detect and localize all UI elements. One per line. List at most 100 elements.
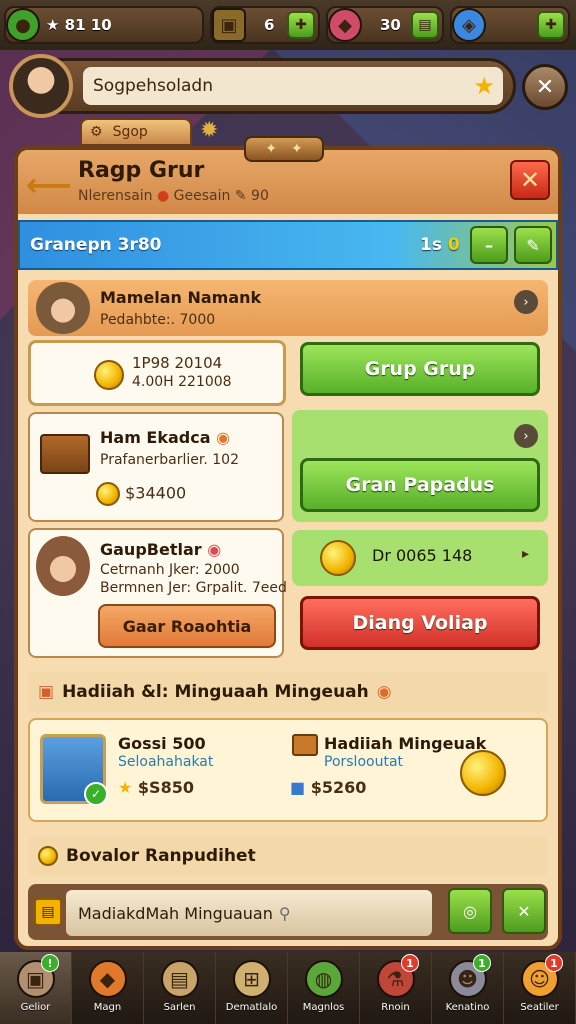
add-bluegem-button[interactable]: ✚ [537, 11, 565, 39]
resource-bar: ● ★ 81 10 ▣ 6 ✚ ◆ 30 ▤ ◈ ✚ [0, 0, 576, 50]
smiley-coin-icon [460, 750, 506, 796]
scroll-icon: ▤ [160, 960, 199, 998]
resource-cake-value: 30 [380, 16, 401, 34]
chest-icon [292, 734, 318, 756]
item-price: $34400 [96, 482, 186, 506]
item-name: Ham Ekadca ◉ [100, 428, 231, 447]
bottom-nav: ▣ Gelior ! ◆ Magn ▤ Sarlen ⊞ Dematlalo ◍… [0, 952, 576, 1024]
notification-badge: 1 [473, 954, 491, 972]
coin-line2: 4.00H 221008 [132, 374, 232, 390]
gaar-button[interactable]: Gaar Roaohtia [98, 604, 276, 648]
reward2-price: ■ $5260 [290, 778, 367, 797]
weekly-section-header: ▣ Hadiiah &l: Minguaah Mingeuah ◉ [28, 672, 548, 712]
star-icon: ★ [473, 72, 495, 100]
group-bar-label: Granepn 3r80 [30, 235, 162, 255]
group-button[interactable]: Grup Grup [300, 342, 540, 396]
member-sub: Pedahbte:. 7000 [100, 312, 216, 328]
weekly-title: Hadiiah &l: Minguaah Mingeuah [62, 682, 369, 702]
fire-icon: ● [157, 188, 170, 204]
nav-item-gelior[interactable]: ▣ Gelior ! [0, 952, 72, 1024]
confirm-button[interactable]: ◎ [448, 888, 492, 934]
gift-icon: ▣ [38, 682, 55, 702]
chevron-right-icon[interactable]: › [514, 290, 538, 314]
search-icon: ⚲ [278, 903, 291, 923]
nav-item-magn[interactable]: ◆ Magn [72, 952, 144, 1024]
member-avatar [36, 536, 90, 596]
nav-item-kenatino[interactable]: ☻ Kenatino 1 [432, 952, 504, 1024]
globe-icon: ◍ [304, 960, 343, 998]
star-icon: ★ [118, 778, 133, 797]
edit-button[interactable]: ✎ [514, 226, 552, 264]
smiley-coin-icon [320, 540, 356, 576]
bonus-title: Bovalor Ranpudihet [66, 846, 256, 866]
avatar[interactable] [9, 54, 73, 118]
resource-cake[interactable]: ◆ 30 ▤ [326, 6, 444, 44]
smiley-coin-icon [94, 360, 124, 390]
cancel-button[interactable]: ✕ [502, 888, 546, 934]
message-input-value: MadiakdMah Minguauan [78, 903, 273, 923]
profile-name-box: Sogpehsoladn ★ [83, 67, 503, 105]
back-arrow-icon[interactable]: ⟵ [26, 166, 72, 204]
coin-icon [38, 846, 58, 866]
gran-button[interactable]: Gran Papadus [300, 458, 540, 512]
diang-button[interactable]: Diang Voliap [300, 596, 540, 650]
resource-chest[interactable]: ▣ 6 ✚ [210, 6, 320, 44]
sparkle-icon: ◉ [216, 428, 231, 447]
chest-icon: ▣ [212, 8, 246, 42]
reward2-sub: Porslooutat [324, 754, 404, 770]
sparkle-icon: ✦ [265, 141, 277, 157]
gear-icon: ✹ [200, 118, 219, 143]
coin-box [28, 340, 286, 406]
member-card-sub1: Cetrnanh Jker: 2000 [100, 562, 240, 578]
member-name: Mamelan Namank [100, 288, 262, 307]
tab-shop[interactable]: ⚙ Sgop [80, 118, 192, 146]
coin-line1: 1P98 20104 [132, 354, 223, 372]
tab-shop-label: Sgop [112, 124, 148, 140]
check-icon: ✓ [84, 782, 108, 806]
shop-icon: ⚙ [90, 124, 103, 140]
chest-icon [40, 434, 90, 474]
message-input[interactable]: MadiakdMah Minguauan ⚲ [66, 890, 432, 936]
dr-label: Dr 0065 148 [372, 546, 473, 565]
notification-badge: 1 [401, 954, 419, 972]
badge-icon: ◉ [376, 682, 392, 702]
chevron-right-icon[interactable]: › [514, 424, 538, 448]
heart-icon: ◉ [207, 540, 222, 559]
blue-gem-icon: ◈ [452, 8, 486, 42]
resource-gems[interactable]: ● ★ 81 10 [4, 6, 204, 44]
reward1-sub: Seloahahakat [118, 754, 214, 770]
close-panel-button[interactable]: ✕ [510, 160, 550, 200]
profile-name: Sogpehsoladn [93, 76, 213, 96]
minus-button[interactable]: – [470, 226, 508, 264]
reward1-price: ★ $S850 [118, 778, 194, 797]
item-sub: Prafanerbarlier. 102 [100, 452, 239, 468]
pen-icon: ✎ [234, 188, 247, 204]
bonus-section-header: Bovalor Ranpudihet [28, 836, 548, 876]
page-title: Ragp Grur [78, 158, 205, 183]
cake-icon: ◆ [328, 8, 362, 42]
notification-badge: 1 [545, 954, 563, 972]
map-icon: ⊞ [232, 960, 271, 998]
add-cake-button[interactable]: ▤ [411, 11, 439, 39]
cube-icon: ■ [290, 778, 306, 797]
arrow-icon: ▸ [522, 546, 530, 562]
member-avatar [36, 282, 90, 334]
nav-item-magnlos[interactable]: ◍ Magnlos [288, 952, 360, 1024]
nav-item-rnoin[interactable]: ⚗ Rnoin 1 [360, 952, 432, 1024]
scroll-icon: ▤ [34, 898, 62, 926]
member-card-name: GaupBetlar ◉ [100, 540, 222, 559]
green-gem-icon: ● [6, 8, 40, 42]
add-chest-button[interactable]: ✚ [287, 11, 315, 39]
sparkle-icon: ✦ [291, 141, 303, 157]
shield-icon: ◆ [88, 960, 127, 998]
member-card-sub2: Bermnen Jer: Grpalit. 7eed [100, 580, 287, 596]
nav-item-dematlalo[interactable]: ⊞ Dematlalo [216, 952, 288, 1024]
nav-item-sarlen[interactable]: ▤ Sarlen [144, 952, 216, 1024]
resource-chest-value: 6 [264, 16, 275, 34]
group-count: 1s 0 [420, 235, 460, 255]
nav-item-seatiler[interactable]: ☺ Seatiler 1 [504, 952, 576, 1024]
page-subtitle: Nlerensain ● Geesain ✎ 90 [78, 188, 269, 204]
resource-bluegem[interactable]: ◈ ✚ [450, 6, 570, 44]
resource-gems-value: ★ 81 10 [46, 16, 112, 34]
close-button[interactable]: ✕ [522, 64, 568, 110]
